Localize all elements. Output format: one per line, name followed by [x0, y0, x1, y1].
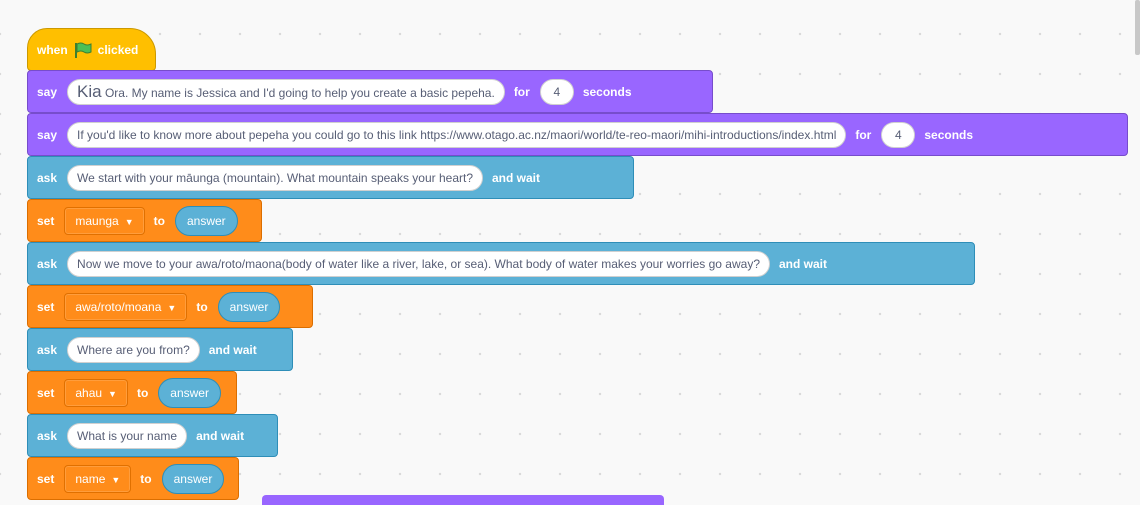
say-label: say	[37, 84, 58, 99]
ask-label: ask	[37, 428, 58, 443]
message-lead-text: Kia	[77, 81, 102, 101]
when-label: when	[37, 42, 68, 57]
ask-and-wait-block[interactable]: ask Where are you from? and wait	[27, 328, 293, 371]
variable-name: maunga	[75, 213, 119, 228]
say-for-secs-block[interactable]: say Kia Ora. My name is Jessica and I'd …	[27, 70, 713, 113]
variable-dropdown[interactable]: maunga ▼	[64, 206, 145, 235]
question-input[interactable]: We start with your māunga (mountain). Wh…	[67, 164, 483, 191]
green-flag-icon	[74, 42, 92, 58]
seconds-label: seconds	[924, 127, 974, 142]
for-label: for	[855, 127, 872, 142]
seconds-input[interactable]: 4	[881, 121, 916, 148]
set-label: set	[37, 299, 55, 314]
set-variable-block[interactable]: set awa/roto/moana ▼ to answer	[27, 285, 313, 328]
ask-label: ask	[37, 256, 58, 271]
say-label: say	[37, 127, 58, 142]
workspace-scrollbar[interactable]	[1135, 0, 1140, 55]
variable-name: ahau	[75, 385, 103, 400]
variable-name: name	[75, 471, 106, 486]
for-label: for	[513, 84, 530, 99]
question-input[interactable]: Now we move to your awa/roto/maona(body …	[67, 250, 770, 277]
variable-dropdown[interactable]: name ▼	[64, 464, 132, 493]
set-label: set	[37, 213, 55, 228]
question-input[interactable]: Where are you from?	[67, 336, 200, 363]
ask-and-wait-block[interactable]: ask Now we move to your awa/roto/maona(b…	[27, 242, 975, 285]
seconds-input[interactable]: 4	[539, 78, 574, 105]
clicked-label: clicked	[97, 42, 139, 57]
and-wait-label: and wait	[779, 256, 828, 271]
and-wait-label: and wait	[492, 170, 541, 185]
set-variable-block[interactable]: set name ▼ to answer	[27, 457, 239, 500]
to-label: to	[140, 471, 152, 486]
next-looks-block-partial[interactable]	[262, 495, 664, 505]
say-message-input[interactable]: If you'd like to know more about pepeha …	[67, 121, 847, 148]
variable-name: awa/roto/moana	[75, 299, 162, 314]
answer-reporter[interactable]: answer	[158, 377, 221, 408]
ask-label: ask	[37, 342, 58, 357]
ask-label: ask	[37, 170, 58, 185]
variable-dropdown[interactable]: awa/roto/moana ▼	[64, 292, 188, 321]
caret-down-icon: ▼	[108, 388, 117, 399]
seconds-label: seconds	[582, 84, 632, 99]
to-label: to	[136, 385, 149, 400]
ask-and-wait-block[interactable]: ask We start with your māunga (mountain)…	[27, 156, 634, 199]
say-for-secs-block[interactable]: say If you'd like to know more about pep…	[27, 113, 1128, 156]
to-label: to	[196, 299, 208, 314]
set-variable-block[interactable]: set ahau ▼ to answer	[27, 371, 237, 414]
message-text: Ora. My name is Jessica and I'd going to…	[104, 85, 495, 100]
caret-down-icon: ▼	[111, 474, 121, 485]
answer-reporter[interactable]: answer	[161, 463, 225, 494]
when-flag-clicked-block[interactable]: when clicked	[27, 28, 156, 71]
set-variable-block[interactable]: set maunga ▼ to answer	[27, 199, 262, 242]
answer-reporter[interactable]: answer	[217, 291, 281, 322]
caret-down-icon: ▼	[124, 216, 134, 227]
caret-down-icon: ▼	[167, 302, 177, 313]
answer-reporter[interactable]: answer	[174, 205, 238, 236]
say-message-input[interactable]: Kia Ora. My name is Jessica and I'd goin…	[67, 78, 505, 105]
variable-dropdown[interactable]: ahau ▼	[64, 378, 128, 407]
ask-and-wait-block[interactable]: ask What is your name and wait	[27, 414, 278, 457]
and-wait-label: and wait	[196, 428, 245, 443]
set-label: set	[37, 385, 55, 400]
set-label: set	[37, 471, 55, 486]
question-input[interactable]: What is your name	[67, 422, 188, 449]
to-label: to	[153, 213, 165, 228]
and-wait-label: and wait	[208, 342, 257, 357]
